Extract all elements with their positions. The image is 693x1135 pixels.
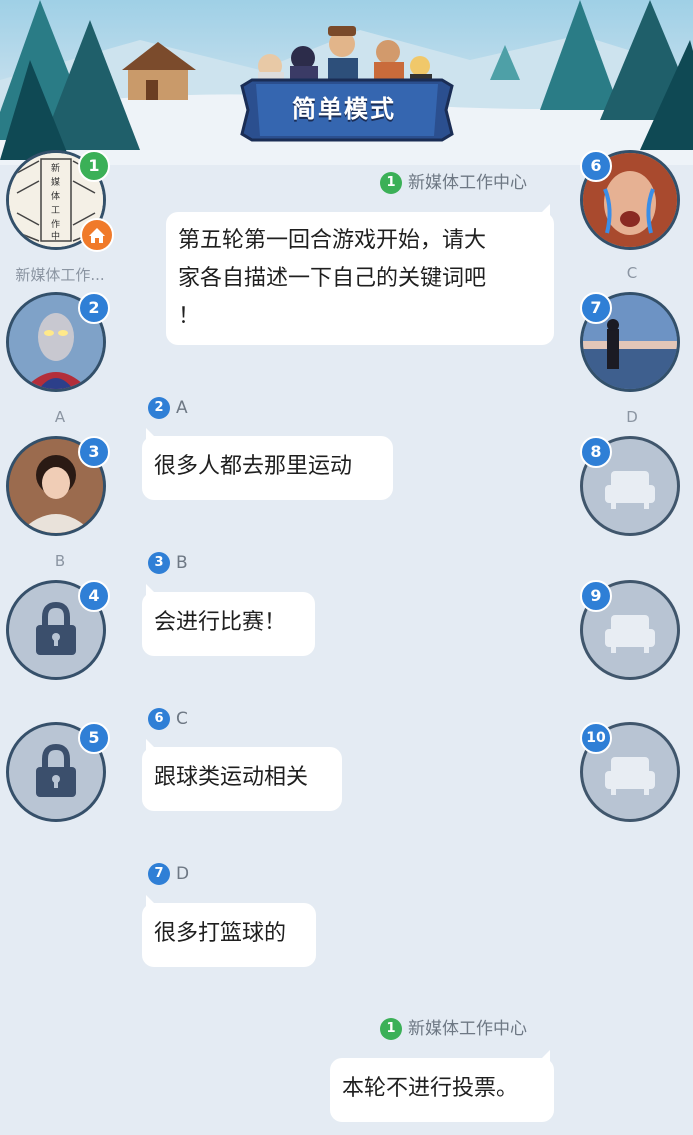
speaker-name: D xyxy=(176,864,190,884)
seat-number-badge: 2 xyxy=(78,292,110,324)
seat-1[interactable]: 新媒体 工作中 1 xyxy=(6,150,114,254)
message-speaker: 2A xyxy=(148,396,188,420)
game-header-illustration: 简单模式 xyxy=(0,0,693,165)
message-speaker: 3B xyxy=(148,551,188,575)
speaker-number-badge: 1 xyxy=(380,1018,402,1040)
message-line: ！ xyxy=(178,304,201,329)
message-speaker: 6C xyxy=(148,707,188,731)
seat-number-badge: 5 xyxy=(78,722,110,754)
seat-8[interactable]: 8 xyxy=(580,436,684,540)
seat-3-name: B xyxy=(54,552,66,570)
chat-bubble: 本轮不进行投票。 xyxy=(330,1050,554,1122)
seat-4[interactable]: 4 xyxy=(6,580,110,684)
seat-number-badge: 9 xyxy=(580,580,612,612)
speaker-number-badge: 2 xyxy=(148,397,170,419)
svg-text:体: 体 xyxy=(51,190,60,202)
chat-bubble: 跟球类运动相关 xyxy=(142,739,342,811)
chat-bubble: 第五轮第一回合游戏开始，请大 家各自描述一下自己的关键词吧 ！ xyxy=(166,204,554,345)
seat-10[interactable]: 10 xyxy=(580,722,684,826)
speaker-name: 新媒体工作中心 xyxy=(408,1019,527,1039)
seat-5[interactable]: 5 xyxy=(6,722,110,826)
svg-text:工: 工 xyxy=(51,206,60,216)
game-mode-title: 简单模式 xyxy=(292,95,396,123)
speaker-number-badge: 3 xyxy=(148,552,170,574)
seat-number-badge: 1 xyxy=(78,150,110,182)
seat-6[interactable]: 6 xyxy=(580,150,684,254)
speaker-number-badge: 6 xyxy=(148,708,170,730)
chat-bubble: 会进行比赛！ xyxy=(142,584,315,656)
seat-2-name: A xyxy=(54,408,66,426)
svg-text:中: 中 xyxy=(51,230,60,242)
seat-number-badge: 3 xyxy=(78,436,110,468)
chat-bubble: 很多人都去那里运动 xyxy=(142,428,393,500)
message-text: 很多人都去那里运动 xyxy=(154,454,353,479)
message-text: 本轮不进行投票。 xyxy=(342,1076,519,1101)
svg-text:作: 作 xyxy=(51,218,60,230)
speaker-name: A xyxy=(176,398,188,418)
seat-6-name: C xyxy=(626,264,638,282)
message-text: 会进行比赛！ xyxy=(154,610,287,635)
host-home-icon xyxy=(80,218,114,252)
seat-3[interactable]: 3 xyxy=(6,436,110,540)
message-text: 很多打篮球的 xyxy=(154,921,287,946)
speaker-name: 新媒体工作中心 xyxy=(408,173,527,193)
seat-number-badge: 10 xyxy=(580,722,612,754)
seat-number-badge: 6 xyxy=(580,150,612,182)
message-speaker: 1 新媒体工作中心 xyxy=(380,1017,527,1041)
game-mode-banner: 简单模式 xyxy=(246,78,442,140)
seat-7[interactable]: 7 xyxy=(580,292,684,396)
speaker-number-badge: 7 xyxy=(148,863,170,885)
seat-number-badge: 8 xyxy=(580,436,612,468)
message-line: 第五轮第一回合游戏开始，请大 xyxy=(178,228,487,253)
message-speaker: 7D xyxy=(148,862,189,886)
seat-number-badge: 4 xyxy=(78,580,110,612)
message-line: 家各自描述一下自己的关键词吧 xyxy=(178,266,487,291)
seat-9[interactable]: 9 xyxy=(580,580,684,684)
message-speaker: 1 新媒体工作中心 xyxy=(380,171,527,195)
seat-1-name: 新媒体工作... xyxy=(15,266,105,284)
chat-bubble: 很多打篮球的 xyxy=(142,895,316,967)
speaker-name: B xyxy=(176,553,188,573)
seat-number-badge: 7 xyxy=(580,292,612,324)
seat-7-name: D xyxy=(626,408,638,426)
speaker-number-badge: 1 xyxy=(380,172,402,194)
seat-2[interactable]: 2 xyxy=(6,292,110,396)
svg-text:新: 新 xyxy=(51,162,60,174)
message-text: 跟球类运动相关 xyxy=(154,765,309,790)
svg-text:媒: 媒 xyxy=(51,177,60,188)
speaker-name: C xyxy=(176,709,188,729)
